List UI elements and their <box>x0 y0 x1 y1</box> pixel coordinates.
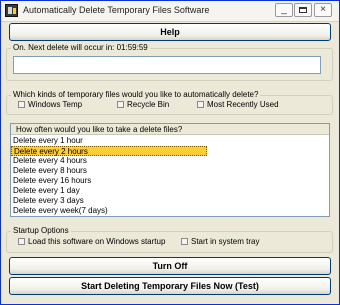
start-deleting-button[interactable]: Start Deleting Temporary Files Now (Test… <box>9 277 331 295</box>
checkbox-box[interactable] <box>18 101 25 108</box>
maximize-button[interactable] <box>294 3 312 17</box>
most-recently-used-label: Most Recently Used <box>207 100 279 109</box>
minimize-button[interactable]: _ <box>275 3 293 17</box>
list-item[interactable]: Delete every 8 hours <box>11 166 207 176</box>
load-on-startup-label: Load this software on Windows startup <box>28 237 166 246</box>
app-window: Automatically Delete Temporary Files Sof… <box>0 0 340 305</box>
start-in-tray-label: Start in system tray <box>191 237 260 246</box>
list-item[interactable]: Delete every 3 days <box>11 196 207 206</box>
checkbox-box[interactable] <box>18 238 25 245</box>
file-kinds-label: Which kinds of temporary files would you… <box>11 90 261 99</box>
window-title: Automatically Delete Temporary Files Sof… <box>23 5 210 15</box>
app-icon <box>5 4 18 17</box>
next-delete-label: On. Next delete will occur in: 01:59:59 <box>11 43 150 52</box>
list-item[interactable]: Delete every 1 day <box>11 186 207 196</box>
checkbox-box[interactable] <box>197 101 204 108</box>
help-button[interactable]: Help <box>9 23 331 41</box>
most-recently-used-checkbox[interactable]: Most Recently Used <box>197 100 279 109</box>
checkbox-box[interactable] <box>181 238 188 245</box>
title-bar[interactable]: Automatically Delete Temporary Files Sof… <box>1 1 339 22</box>
turn-off-button[interactable]: Turn Off <box>9 257 331 275</box>
frequency-list-panel: How often would you like to take a delet… <box>10 123 330 217</box>
checkbox-box[interactable] <box>117 101 124 108</box>
list-item[interactable]: Delete every 1 hour <box>11 136 207 146</box>
windows-temp-label: Windows Temp <box>28 100 83 109</box>
start-in-tray-checkbox[interactable]: Start in system tray <box>181 237 259 246</box>
load-on-startup-checkbox[interactable]: Load this software on Windows startup <box>18 237 165 246</box>
close-button[interactable]: × <box>314 3 332 17</box>
windows-temp-checkbox[interactable]: Windows Temp <box>18 100 82 109</box>
list-item[interactable]: Delete every 16 hours <box>11 176 207 186</box>
maximize-icon <box>299 7 307 13</box>
frequency-header: How often would you like to take a delet… <box>11 124 329 135</box>
frequency-list[interactable]: Delete every 1 hour Delete every 2 hours… <box>11 136 329 216</box>
next-delete-field[interactable] <box>13 56 321 74</box>
list-item[interactable]: Delete every 4 hours <box>11 156 207 166</box>
startup-options-label: Startup Options <box>11 226 71 235</box>
list-item[interactable]: Delete every week(7 days) <box>11 206 207 216</box>
recycle-bin-checkbox[interactable]: Recycle Bin <box>117 100 169 109</box>
recycle-bin-label: Recycle Bin <box>127 100 170 109</box>
list-item[interactable]: Delete every 2 hours <box>11 146 207 156</box>
